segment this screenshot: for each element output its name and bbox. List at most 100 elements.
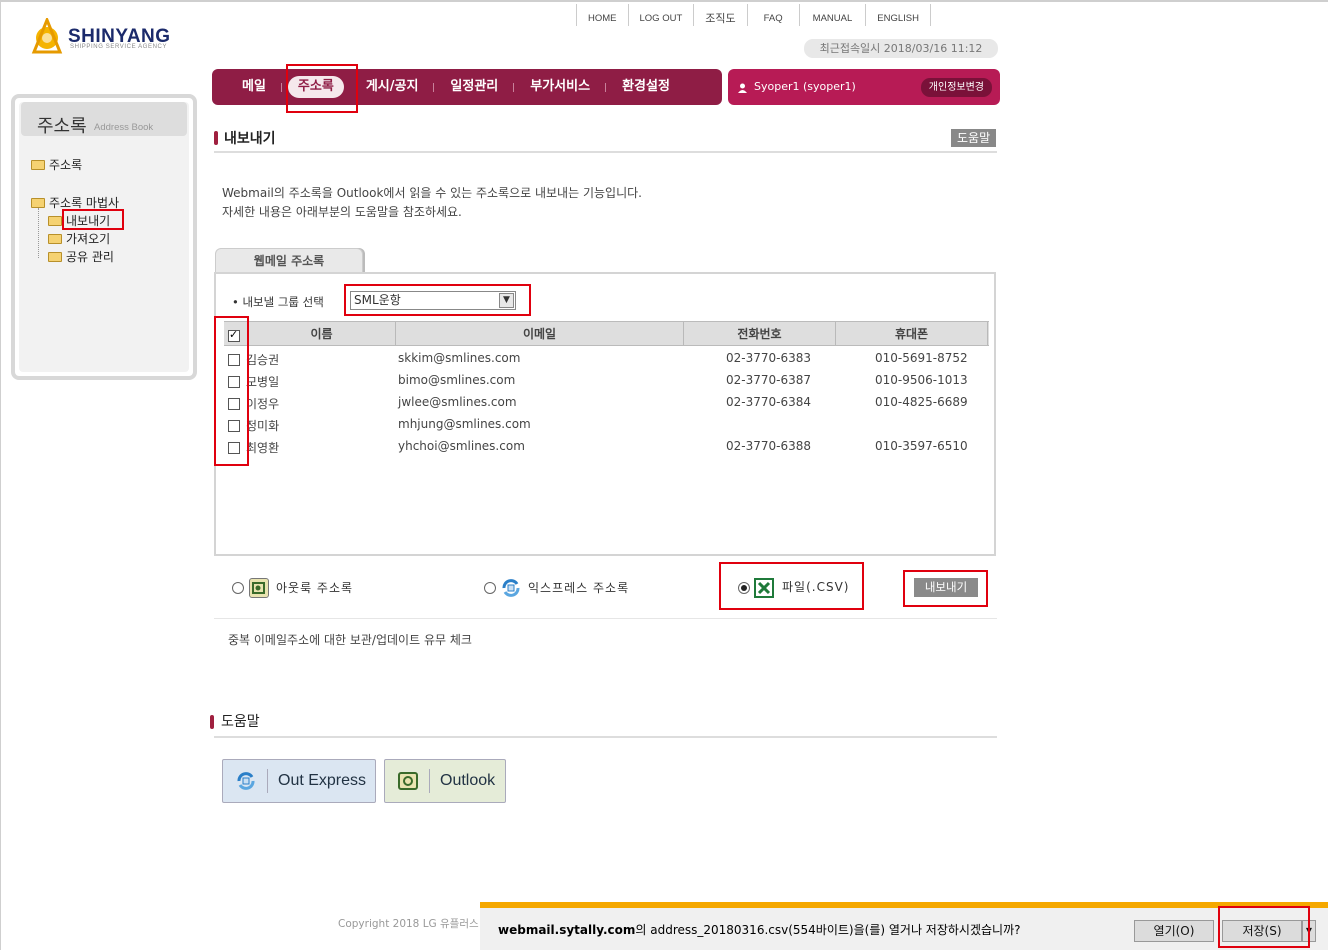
checkbox-column-highlight bbox=[214, 316, 249, 466]
help-button[interactable]: 도움말 bbox=[951, 129, 997, 147]
download-message: webmail.sytally.com의 address_20180316.cs… bbox=[498, 921, 1021, 938]
section-marker bbox=[210, 715, 214, 729]
user-bar: Syoper1 (syoper1) 개인정보변경 bbox=[728, 69, 1000, 105]
export-button-highlight bbox=[903, 570, 988, 607]
top-links: HOME LOG OUT 조직도 FAQ MANUAL ENGLISH bbox=[576, 4, 931, 26]
outlook-radio[interactable] bbox=[232, 582, 244, 594]
open-button[interactable]: 열기(O) bbox=[1134, 920, 1214, 942]
button-separator bbox=[429, 769, 430, 793]
folder-icon bbox=[48, 233, 62, 244]
duplicate-check-text: 중복 이메일주소에 대한 보관/업데이트 유무 체크 bbox=[228, 633, 472, 647]
header-mobile: 휴대폰 bbox=[836, 322, 988, 345]
org-chart-link[interactable]: 조직도 bbox=[693, 4, 746, 26]
header-phone: 전화번호 bbox=[684, 322, 836, 345]
sidebar-title: 주소록 bbox=[37, 116, 87, 137]
copyright: Copyright 2018 LG 유플러스 bbox=[338, 918, 479, 930]
divider bbox=[214, 736, 997, 738]
nav-schedule[interactable]: 일정관리 bbox=[434, 76, 515, 98]
table-row: 이정우 jwlee@smlines.com 02-3770-6384 010-4… bbox=[224, 392, 989, 414]
manual-link[interactable]: MANUAL bbox=[798, 4, 866, 26]
page-title: 내보내기 bbox=[224, 131, 276, 147]
express-icon bbox=[235, 770, 257, 792]
sidebar-title-en: Address Book bbox=[94, 122, 154, 133]
description-line-1: Webmail의 주소록을 Outlook에서 읽을 수 있는 주소록으로 내보… bbox=[222, 186, 642, 200]
row-mobile: 010-3597-6510 bbox=[875, 439, 968, 453]
user-icon bbox=[738, 82, 747, 93]
folder-icon bbox=[31, 197, 45, 208]
home-link[interactable]: HOME bbox=[576, 4, 628, 26]
logo-tagline: SHIPPING SERVICE AGENCY bbox=[70, 44, 168, 50]
row-phone: 02-3770-6388 bbox=[726, 439, 812, 453]
nav-extra-services[interactable]: 부가서비스 bbox=[514, 76, 606, 98]
profile-edit-button[interactable]: 개인정보변경 bbox=[920, 78, 992, 97]
last-login-info: 최근접속일시 2018/03/16 11:12 bbox=[804, 39, 998, 58]
folder-icon bbox=[31, 159, 45, 170]
express-icon bbox=[500, 578, 520, 598]
row-name: 김승권 bbox=[246, 353, 280, 367]
row-mobile: 010-9506-1013 bbox=[875, 373, 968, 387]
tab-webmail-address-book[interactable]: 웹메일 주소록 bbox=[215, 248, 363, 272]
row-phone: 02-3770-6383 bbox=[726, 351, 812, 365]
nav-board[interactable]: 게시/공지 bbox=[350, 76, 435, 98]
download-notification-bar: webmail.sytally.com의 address_20180316.cs… bbox=[480, 902, 1328, 950]
faq-link[interactable]: FAQ bbox=[746, 4, 799, 26]
download-site: webmail.sytally.com bbox=[498, 923, 636, 937]
left-border bbox=[0, 0, 1, 950]
outlook-option-label: 아웃룩 주소록 bbox=[276, 581, 354, 595]
nav-settings[interactable]: 환경설정 bbox=[606, 76, 686, 98]
nav-mail[interactable]: 메일 bbox=[226, 76, 282, 98]
download-file-text: 의 address_20180316.csv(554바이트)을(를) 열거나 저… bbox=[635, 923, 1021, 937]
row-name: 최영환 bbox=[246, 441, 280, 455]
top-border bbox=[0, 0, 1328, 2]
divider bbox=[214, 618, 997, 619]
row-email: jwlee@smlines.com bbox=[398, 395, 517, 409]
row-email: bimo@smlines.com bbox=[398, 373, 516, 387]
tree-connector bbox=[38, 208, 39, 258]
out-express-help-button[interactable]: Out Express bbox=[222, 759, 376, 803]
sidebar-export-highlight bbox=[62, 209, 124, 230]
row-phone: 02-3770-6384 bbox=[726, 395, 812, 409]
outlook-help-button[interactable]: Outlook bbox=[384, 759, 506, 803]
row-mobile: 010-4825-6689 bbox=[875, 395, 968, 409]
row-name: 이정우 bbox=[246, 397, 280, 411]
group-select-highlight bbox=[344, 284, 531, 316]
table-row: 김승권 skkim@smlines.com 02-3770-6383 010-5… bbox=[224, 348, 989, 370]
out-express-label: Out Express bbox=[278, 772, 367, 789]
row-email: yhchoi@smlines.com bbox=[398, 439, 525, 453]
sidebar-item-address-book[interactable]: 주소록 bbox=[31, 156, 82, 173]
logo-mark-icon bbox=[31, 18, 63, 54]
divider bbox=[214, 151, 997, 153]
nav-highlight bbox=[286, 64, 358, 113]
outlook-label: Outlook bbox=[440, 772, 496, 789]
sidebar-title-bar: 주소록 Address Book bbox=[21, 102, 187, 137]
express-radio[interactable] bbox=[484, 582, 496, 594]
table-row: 최영환 yhchoi@smlines.com 02-3770-6388 010-… bbox=[224, 436, 989, 458]
section-marker bbox=[214, 131, 218, 145]
description: Webmail의 주소록을 Outlook에서 읽을 수 있는 주소록으로 내보… bbox=[222, 184, 642, 222]
header-name: 이름 bbox=[248, 322, 396, 345]
row-email: skkim@smlines.com bbox=[398, 351, 521, 365]
folder-icon bbox=[48, 251, 62, 262]
folder-icon bbox=[48, 215, 62, 226]
row-name: 모병일 bbox=[246, 375, 280, 389]
sidebar-item-label: 공유 관리 bbox=[66, 250, 114, 264]
sidebar-item-import[interactable]: 가져오기 bbox=[48, 230, 110, 247]
outlook-icon bbox=[249, 578, 269, 598]
sidebar-item-label: 가져오기 bbox=[66, 232, 111, 246]
sidebar-item-share[interactable]: 공유 관리 bbox=[48, 248, 114, 265]
user-name: Syoper1 (syoper1) bbox=[754, 80, 856, 93]
button-separator bbox=[267, 769, 268, 793]
outlook-icon bbox=[397, 770, 419, 792]
row-email: mhjung@smlines.com bbox=[398, 417, 531, 431]
row-name: 정미화 bbox=[246, 419, 280, 433]
group-select-label: • 내보낼 그룹 선택 bbox=[232, 295, 324, 309]
table-header: 이름 이메일 전화번호 휴대폰 bbox=[224, 321, 989, 346]
description-line-2: 자세한 내용은 아래부분의 도움말을 참조하세요. bbox=[222, 205, 462, 219]
logout-link[interactable]: LOG OUT bbox=[627, 4, 694, 26]
english-link[interactable]: ENGLISH bbox=[865, 4, 931, 26]
sidebar-item-label: 주소록 bbox=[49, 158, 83, 172]
header-email: 이메일 bbox=[396, 322, 684, 345]
csv-option-highlight bbox=[719, 562, 864, 610]
table-row: 정미화 mhjung@smlines.com bbox=[224, 414, 989, 436]
row-mobile: 010-5691-8752 bbox=[875, 351, 968, 365]
